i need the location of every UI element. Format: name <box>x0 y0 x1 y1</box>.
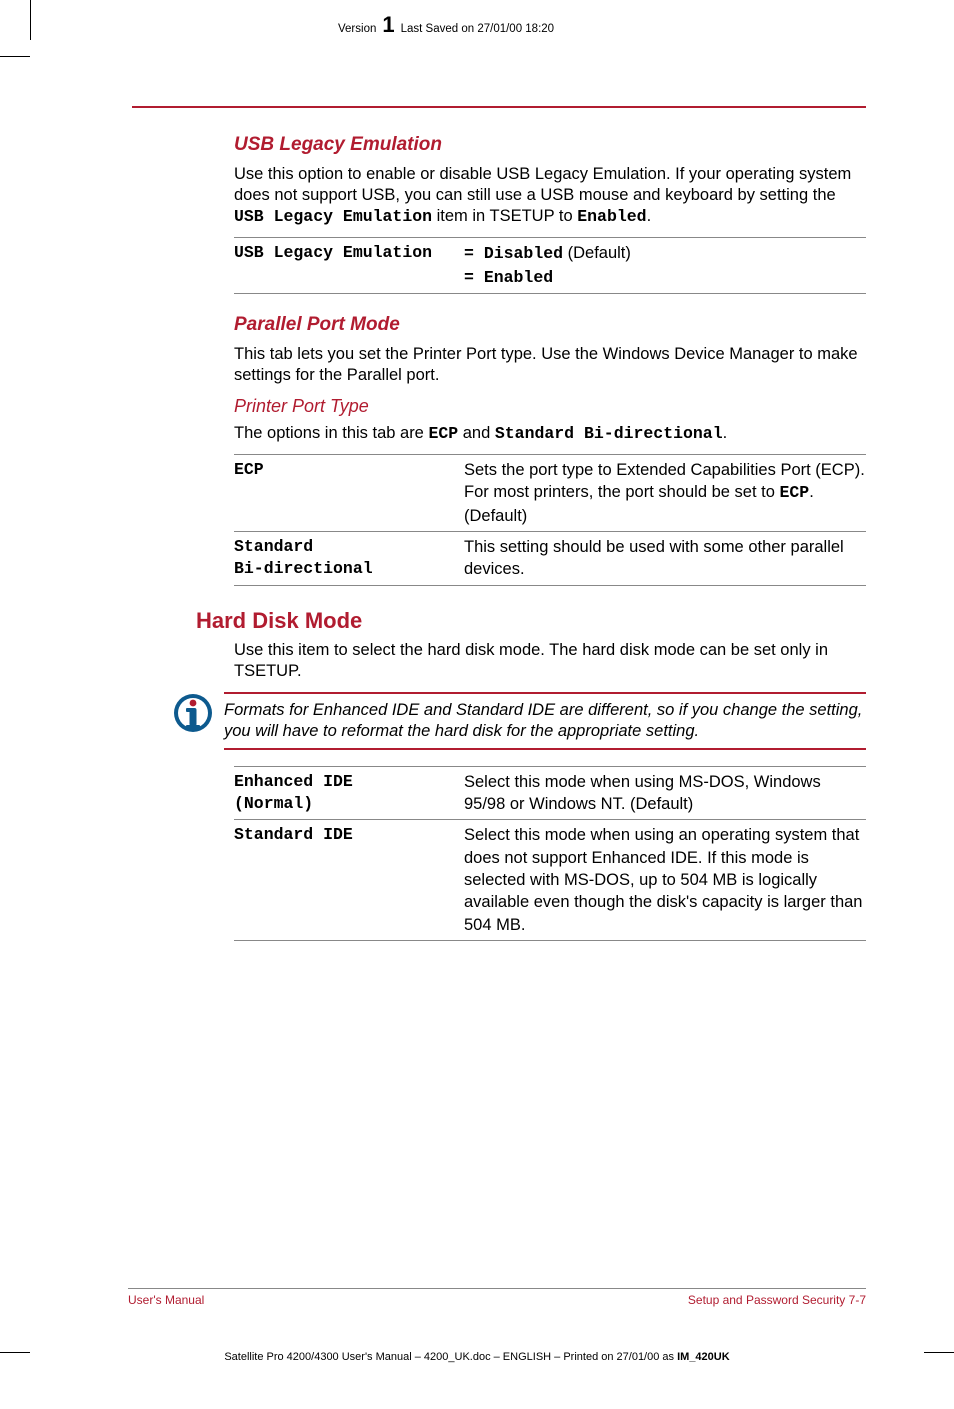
option-row: Standard Bi-directional This setting sho… <box>234 534 866 583</box>
text: . <box>647 207 652 225</box>
text-mono: ECP <box>428 424 458 443</box>
footer-rule <box>128 1288 866 1289</box>
text-mono: Standard <box>234 536 464 558</box>
info-box: Formats for Enhanced IDE and Standard ID… <box>172 692 866 750</box>
option-row: ECP Sets the port type to Extended Capab… <box>234 457 866 529</box>
crop-mark <box>0 56 30 57</box>
text: (Default) <box>563 244 631 262</box>
footer-row: User's Manual Setup and Password Securit… <box>128 1293 866 1307</box>
divider <box>234 293 866 294</box>
content: USB Legacy Emulation Use this option to … <box>132 106 866 941</box>
divider <box>234 531 866 532</box>
text-bold: IM_420UK <box>677 1351 730 1363</box>
para-printer-port: The options in this tab are ECP and Stan… <box>234 423 866 444</box>
subheading-printer-port: Printer Port Type <box>234 396 866 417</box>
text: and <box>458 424 495 442</box>
text-mono: Enabled <box>484 268 553 287</box>
divider <box>234 237 866 238</box>
text: Use this option to enable or disable USB… <box>234 165 851 204</box>
last-saved: Last Saved on 27/01/00 18:20 <box>401 23 554 35</box>
text: The options in this tab are <box>234 424 428 442</box>
divider <box>234 766 866 767</box>
option-block-parallel: ECP Sets the port type to Extended Capab… <box>234 454 866 585</box>
option-line: = Disabled (Default) <box>464 242 866 265</box>
divider <box>234 940 866 941</box>
text: . <box>723 424 728 442</box>
para-usb-legacy: Use this option to enable or disable USB… <box>234 164 866 227</box>
para-parallel: This tab lets you set the Printer Port t… <box>234 344 866 386</box>
option-label: Standard Bi-directional <box>234 536 464 581</box>
text-mono: (Normal) <box>234 793 464 815</box>
page-header: Version 1 Last Saved on 27/01/00 18:20 <box>338 14 906 36</box>
text: Satellite Pro 4200/4300 User's Manual – … <box>224 1351 677 1363</box>
footer-right: Setup and Password Security 7-7 <box>688 1293 866 1307</box>
heading-hdd: Hard Disk Mode <box>196 608 866 634</box>
heading-parallel: Parallel Port Mode <box>234 314 866 336</box>
info-rule <box>224 748 866 750</box>
option-label: Enhanced IDE (Normal) <box>234 771 464 816</box>
divider <box>234 819 866 820</box>
option-row: Standard IDE Select this mode when using… <box>234 822 866 937</box>
text-mono: Enhanced IDE <box>234 771 464 793</box>
text-mono: Standard Bi-directional <box>495 424 723 443</box>
option-line: = Enabled <box>464 266 866 289</box>
footer: User's Manual Setup and Password Securit… <box>128 1288 866 1307</box>
divider <box>234 585 866 586</box>
version-number: 1 <box>382 14 394 36</box>
option-label: ECP <box>234 459 464 527</box>
option-desc: Sets the port type to Extended Capabilit… <box>464 459 866 527</box>
text-mono: = <box>464 268 484 287</box>
para-hdd: Use this item to select the hard disk mo… <box>234 640 866 682</box>
option-row: Enhanced IDE (Normal) Select this mode w… <box>234 769 866 818</box>
option-row: USB Legacy Emulation = Disabled (Default… <box>234 240 866 291</box>
crop-mark <box>30 0 31 40</box>
text-mono: = <box>464 244 484 263</box>
option-desc: This setting should be used with some ot… <box>464 536 866 581</box>
option-label: Standard IDE <box>234 824 464 935</box>
text: item in TSETUP to <box>432 207 577 225</box>
footer-left: User's Manual <box>128 1293 204 1307</box>
version-label: Version <box>338 23 376 35</box>
heading-usb-legacy: USB Legacy Emulation <box>234 134 866 156</box>
text-mono: Bi-directional <box>234 558 464 580</box>
text-mono: Enabled <box>577 207 646 226</box>
option-block-usb: USB Legacy Emulation = Disabled (Default… <box>234 237 866 294</box>
text-mono: Disabled <box>484 244 563 263</box>
text-mono: USB Legacy Emulation <box>234 207 432 226</box>
top-rule <box>132 106 866 108</box>
print-line: Satellite Pro 4200/4300 User's Manual – … <box>0 1351 954 1363</box>
info-content: Formats for Enhanced IDE and Standard ID… <box>224 692 866 750</box>
option-desc: Select this mode when using MS-DOS, Wind… <box>464 771 866 816</box>
divider <box>234 454 866 455</box>
text-mono: ECP <box>779 483 809 502</box>
option-desc: Select this mode when using an operating… <box>464 824 866 935</box>
option-block-hdd: Enhanced IDE (Normal) Select this mode w… <box>234 766 866 941</box>
info-text: Formats for Enhanced IDE and Standard ID… <box>224 694 866 748</box>
info-icon <box>172 692 214 734</box>
option-label: USB Legacy Emulation <box>234 242 464 289</box>
option-desc: = Disabled (Default) = Enabled <box>464 242 866 289</box>
page: Version 1 Last Saved on 27/01/00 18:20 U… <box>0 0 954 1409</box>
